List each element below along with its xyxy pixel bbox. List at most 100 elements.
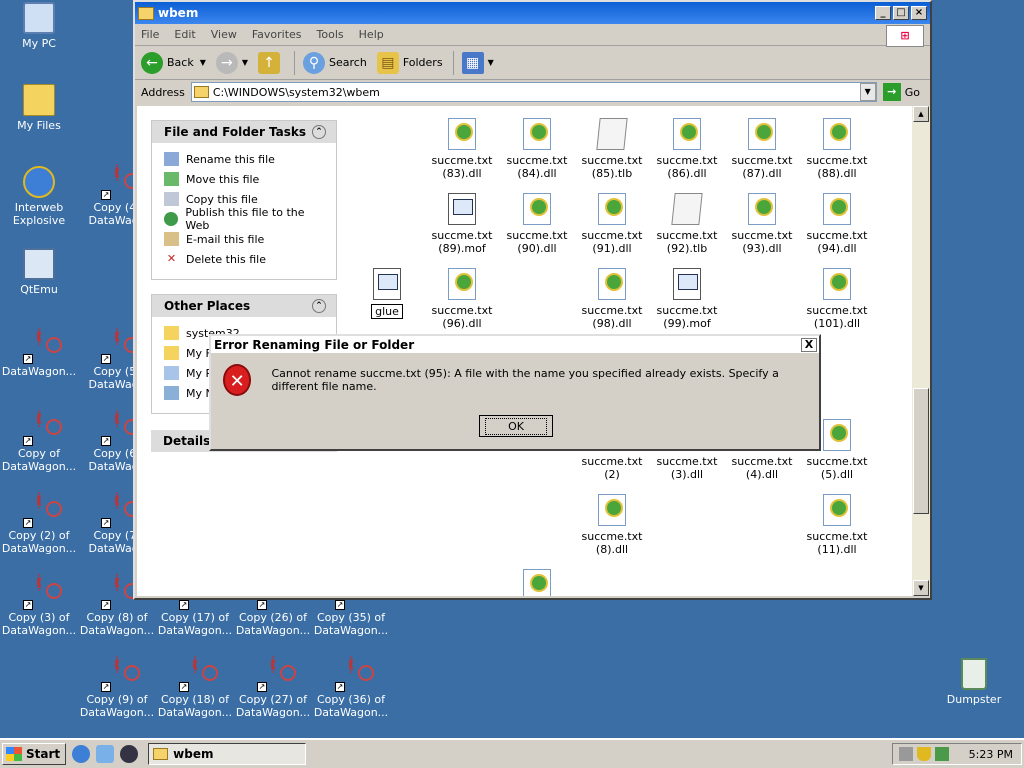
scroll-up-button[interactable]: ▲ <box>913 106 929 122</box>
desktop-icon-my-pc[interactable]: My PC <box>0 2 78 50</box>
folder-icon <box>153 748 169 760</box>
toolbar: ← Back ▼ → ▼ ↑ ⚲ Search ▤ Folders ▦ ▼ <box>135 46 930 80</box>
keyboard-icon[interactable] <box>898 747 913 761</box>
task-email[interactable]: E-mail this file <box>164 229 326 249</box>
window-title: wbem <box>158 6 199 20</box>
pane-header[interactable]: Other Places ⌃ <box>152 295 336 317</box>
taskbar-item-wbem[interactable]: wbem <box>148 743 307 765</box>
mof-file-icon <box>448 193 476 225</box>
back-button[interactable]: ← Back ▼ <box>141 51 206 74</box>
menu-favorites[interactable]: Favorites <box>252 28 302 41</box>
dialog-titlebar[interactable]: Error Renaming File or Folder X <box>211 336 819 354</box>
folder-icon <box>164 346 179 360</box>
go-button[interactable]: → Go <box>882 83 920 101</box>
address-dropdown-button[interactable]: ▼ <box>859 83 876 101</box>
dll-file-icon <box>448 118 476 150</box>
task-delete[interactable]: ✕ Delete this file <box>164 249 326 269</box>
address-input[interactable]: C:\WINDOWS\system32\wbem ▼ <box>190 82 877 102</box>
desktop-icon-dw-copy2[interactable]: ↗ Copy (2) of DataWagon... <box>0 492 78 555</box>
file-item[interactable]: succme.txt (4).dll <box>724 455 800 481</box>
file-item[interactable]: succme.txt (11).dll <box>799 494 875 556</box>
system-tray: 5:23 PM <box>891 743 1022 765</box>
desktop-icon-dw-copy27[interactable]: ↗ Copy (27) of DataWagon... <box>234 656 312 719</box>
forward-button[interactable]: → ▼ <box>215 51 248 74</box>
views-button[interactable]: ▦ ▼ <box>461 51 494 74</box>
file-item[interactable]: succme.txt (99).mof <box>649 268 725 330</box>
start-button[interactable]: Start <box>2 743 67 765</box>
desktop-icon-my-files[interactable]: My Files <box>0 84 78 132</box>
shortcut-arrow-icon: ↗ <box>101 682 111 692</box>
menu-view[interactable]: View <box>211 28 237 41</box>
collapse-icon[interactable]: ⌃ <box>312 299 326 313</box>
dll-file-icon <box>598 494 626 526</box>
dll-file-icon <box>823 494 851 526</box>
file-item[interactable]: succme.txt (8).dll <box>574 494 650 556</box>
file-item-renaming[interactable]: glue <box>349 268 425 319</box>
file-item[interactable]: succme.txt (94).dll <box>799 193 875 255</box>
maximize-button[interactable]: □ <box>893 6 909 20</box>
search-button[interactable]: ⚲ Search <box>303 51 367 74</box>
dll-file-icon <box>598 193 626 225</box>
tlb-file-icon <box>671 193 703 225</box>
browser-quicklaunch-icon[interactable] <box>72 745 91 763</box>
desktop-quicklaunch-icon[interactable] <box>96 745 115 763</box>
menu-file[interactable]: File <box>141 28 159 41</box>
desktop-icon-dw-copy-of[interactable]: ↗ Copy of DataWagon... <box>0 410 78 473</box>
minimize-button[interactable]: _ <box>875 6 891 20</box>
folders-button[interactable]: ▤ Folders <box>376 51 443 74</box>
file-item[interactable]: succme.txt (86).dll <box>649 118 725 180</box>
dialog-close-button[interactable]: X <box>801 337 817 352</box>
file-item[interactable]: succme.txt (88).dll <box>799 118 875 180</box>
scroll-down-button[interactable]: ▼ <box>913 580 929 596</box>
scroll-thumb[interactable] <box>913 388 929 514</box>
task-rename[interactable]: Rename this file <box>164 149 326 169</box>
file-item[interactable]: succme.txt (2) <box>574 455 650 481</box>
file-item[interactable]: succme.txt (89).mof <box>424 193 500 255</box>
file-item[interactable]: succme.txt (96).dll <box>424 268 500 330</box>
file-item[interactable]: succme.txt (93).dll <box>724 193 800 255</box>
desktop-icon-dw-copy36[interactable]: ↗ Copy (36) of DataWagon... <box>312 656 390 719</box>
desktop-icon-dw-copy18[interactable]: ↗ Copy (18) of DataWagon... <box>156 656 234 719</box>
collapse-icon[interactable]: ⌃ <box>312 125 326 139</box>
file-item[interactable]: succme.txt (91).dll <box>574 193 650 255</box>
window-titlebar[interactable]: wbem _ □ × <box>135 2 930 24</box>
error-dialog[interactable]: Error Renaming File or Folder X ✕ Cannot… <box>209 334 821 451</box>
shortcut-arrow-icon: ↗ <box>23 518 33 528</box>
vertical-scrollbar[interactable]: ▲ ▼ <box>912 106 930 596</box>
close-button[interactable]: × <box>911 6 927 20</box>
desktop-icon-dw-copy9[interactable]: ↗ Copy (9) of DataWagon... <box>78 656 156 719</box>
menu-tools[interactable]: Tools <box>317 28 344 41</box>
clock[interactable]: 5:23 PM <box>969 748 1013 761</box>
file-item[interactable]: succme.txt (85).tlb <box>574 118 650 180</box>
desktop-icon-dumpster[interactable]: Dumpster <box>935 658 1013 706</box>
network-icon[interactable] <box>934 747 949 761</box>
file-item[interactable]: succme.txt (3).dll <box>649 455 725 481</box>
disc-icon <box>115 410 119 427</box>
file-item[interactable]: succme.txt (90).dll <box>499 193 575 255</box>
pane-header[interactable]: File and Folder Tasks ⌃ <box>152 121 336 143</box>
ok-button[interactable]: OK <box>479 415 553 437</box>
datawagon-icon: ↗ <box>101 492 133 528</box>
desktop-icon-dw-copy3[interactable]: ↗ Copy (3) of DataWagon... <box>0 574 78 637</box>
file-item[interactable]: succme.txt (92).tlb <box>649 193 725 255</box>
task-publish[interactable]: Publish this file to the Web <box>164 206 326 232</box>
media-player-quicklaunch-icon[interactable] <box>120 745 139 763</box>
task-move[interactable]: Move this file <box>164 169 326 189</box>
file-item[interactable]: succme.txt (101).dll <box>799 268 875 330</box>
file-item[interactable] <box>499 569 575 596</box>
shortcut-arrow-icon: ↗ <box>101 190 111 200</box>
file-item[interactable]: succme.txt (98).dll <box>574 268 650 330</box>
explorer-window[interactable]: wbem _ □ × File Edit View Favorites Tool… <box>133 0 932 600</box>
file-item[interactable]: succme.txt (87).dll <box>724 118 800 180</box>
file-folder-tasks-pane: File and Folder Tasks ⌃ Rename this file… <box>151 120 337 280</box>
desktop-icon-interweb[interactable]: Interweb Explosive <box>0 166 78 227</box>
file-item[interactable]: succme.txt (83).dll <box>424 118 500 180</box>
desktop-icon-qtemu[interactable]: QtEmu <box>0 248 78 296</box>
desktop-icon-datawagon[interactable]: ↗ DataWagon... <box>0 328 78 378</box>
rename-input[interactable]: glue <box>371 304 403 319</box>
menu-edit[interactable]: Edit <box>174 28 195 41</box>
shield-icon[interactable] <box>916 747 931 761</box>
up-folder-button[interactable]: ↑ <box>258 51 284 74</box>
file-item[interactable]: succme.txt (84).dll <box>499 118 575 180</box>
menu-help[interactable]: Help <box>359 28 384 41</box>
